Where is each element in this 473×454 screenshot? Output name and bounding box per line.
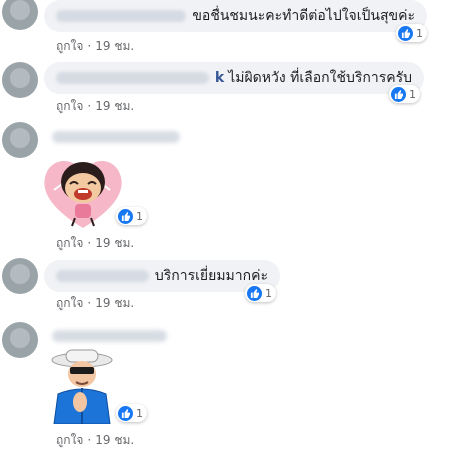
like-link[interactable]: ถูกใจ [56,296,83,310]
comment-meta: ถูกใจ · 19 ชม. [56,99,135,113]
commenter-name[interactable] [56,10,187,22]
reaction-count[interactable]: 1 [389,85,420,103]
comment-bubble: ขอชื่นชมนะคะทำดีต่อไปใจเป็นสุขค่ะ [44,0,427,32]
reaction-count[interactable]: 1 [116,404,147,422]
commenter-name[interactable] [52,131,180,143]
reaction-count[interactable]: 1 [245,284,276,302]
timestamp[interactable]: 19 ชม. [95,433,134,447]
like-link[interactable]: ถูกใจ [56,236,83,250]
like-thumb-icon [247,285,262,301]
comment-meta: ถูกใจ · 19 ชม. [56,433,135,447]
commenter-name[interactable] [52,330,167,342]
like-thumb-icon [118,208,133,224]
reaction-count[interactable]: 1 [116,207,147,225]
comment-meta: ถูกใจ · 19 ชม. [56,296,135,310]
commenter-name[interactable] [56,72,209,84]
avatar[interactable] [2,62,38,98]
commenter-name[interactable] [56,270,149,282]
comment-bubble: บริการเยี่ยมมากค่ะ [44,260,280,292]
name-tail: k [214,70,225,86]
like-link[interactable]: ถูกใจ [56,99,83,113]
timestamp[interactable]: 19 ชม. [95,39,134,53]
like-thumb-icon [118,405,133,421]
like-thumb-icon [398,25,413,41]
comment-text: ขอชื่นชมนะคะทำดีต่อไปใจเป็นสุขค่ะ [192,8,415,24]
like-thumb-icon [391,86,406,102]
avatar[interactable] [2,258,38,294]
comment-meta: ถูกใจ · 19 ชม. [56,39,135,53]
comment-bubble: k ไม่ผิดหวัง ที่เลือกใช้บริการครับ [44,62,424,94]
like-link[interactable]: ถูกใจ [56,39,83,53]
timestamp[interactable]: 19 ชม. [95,236,134,250]
avatar[interactable] [2,122,38,158]
avatar[interactable] [2,322,38,358]
reaction-count[interactable]: 1 [396,24,427,42]
comment-meta: ถูกใจ · 19 ชม. [56,236,135,250]
cool-grandpa-clapping-sticker [51,349,113,424]
comment-text: ไม่ผิดหวัง ที่เลือกใช้บริการครับ [228,70,412,86]
like-link[interactable]: ถูกใจ [56,433,83,447]
timestamp[interactable]: 19 ชม. [95,296,134,310]
avatar[interactable] [2,0,38,30]
laughing-girl-heart-sticker [44,160,122,228]
timestamp[interactable]: 19 ชม. [95,99,134,113]
